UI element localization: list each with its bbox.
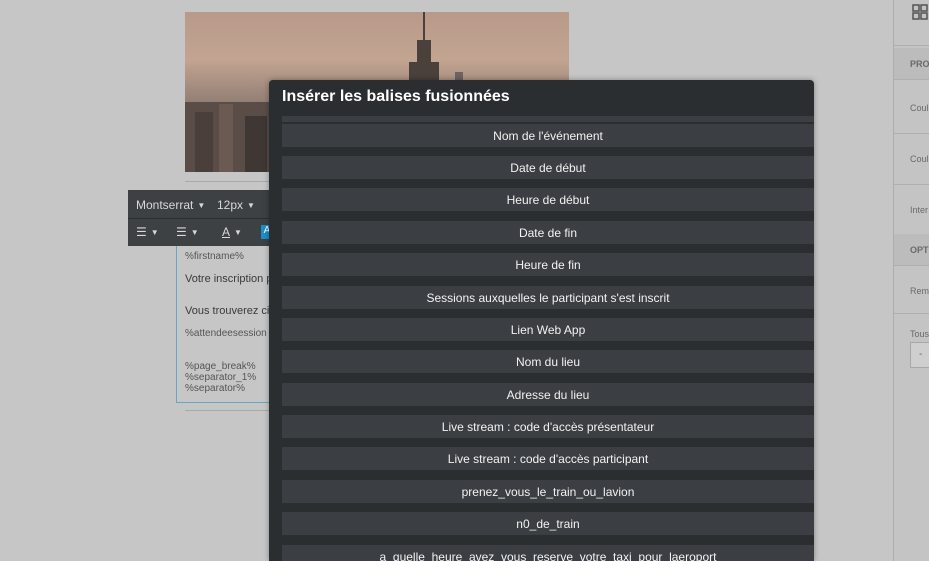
unordered-list-icon: ☰ [176, 225, 187, 239]
merge-tag-button[interactable]: Live stream : code d'accès présentateur [282, 415, 814, 438]
merge-tag-button[interactable]: prenez_vous_le_train_ou_lavion [282, 480, 814, 503]
merge-tag-button[interactable]: Nom du lieu [282, 350, 814, 373]
properties-panel: PRO Coul Coul Inter OPT Rem Tous - [893, 0, 929, 561]
divider [894, 45, 929, 46]
chevron-down-icon: ▼ [190, 227, 199, 237]
font-family-value: Montserrat [136, 198, 194, 212]
label-interlignage: Inter [910, 205, 929, 215]
label-rem: Rem [910, 286, 929, 296]
list-scroll-edge [282, 116, 814, 122]
label-tous: Tous [910, 329, 929, 339]
merge-tag-button[interactable]: Adresse du lieu [282, 383, 814, 406]
divider [894, 313, 929, 314]
unordered-list-button[interactable]: ☰ ▼ [176, 225, 199, 239]
grid-icon[interactable] [912, 4, 928, 20]
font-size-select[interactable]: 12px ▼ [217, 198, 255, 212]
merge-tag-button[interactable]: Nom de l'événement [282, 124, 814, 147]
merge-separator: %separator% [185, 383, 246, 394]
merge-attendeesession: %attendeesession [185, 328, 267, 339]
font-family-select[interactable]: Montserrat ▼ [136, 198, 205, 212]
label-color-2: Coul [910, 154, 929, 164]
merge-page-break: %page_break% [185, 361, 256, 372]
merge-separator-1: %separator_1% [185, 372, 257, 383]
merge-tag-button[interactable]: a_quelle_heure_avez_vous_reserve_votre_t… [282, 545, 814, 561]
merge-tag-button[interactable]: Live stream : code d'accès participant [282, 447, 814, 470]
text-color-button[interactable]: A ▼ [222, 225, 242, 239]
divider [894, 184, 929, 185]
merge-tag-button[interactable]: n0_de_train [282, 512, 814, 535]
chevron-down-icon: ▼ [234, 227, 242, 237]
label-color-1: Coul [910, 103, 929, 113]
section-header-properties: PRO [894, 48, 929, 80]
text-trouverez: Vous trouverez ci- [185, 305, 274, 317]
divider [894, 133, 929, 134]
modal-title: Insérer les balises fusionnées [282, 88, 510, 105]
text-color-icon: A [222, 225, 231, 239]
merge-tag-button[interactable]: Lien Web App [282, 318, 814, 341]
text-inscription: Votre inscription p [185, 273, 273, 285]
merge-tag-button[interactable]: Heure de début [282, 188, 814, 211]
section-header-options: OPT [894, 234, 929, 266]
merge-tag-button[interactable]: Date de fin [282, 221, 814, 244]
font-size-value: 12px [217, 198, 244, 212]
chevron-down-icon: ▼ [247, 200, 255, 210]
options-select[interactable]: - [910, 342, 929, 368]
text-format-toolbar: Montserrat ▼ 12px ▼ ☰ ▼ ☰ ▼ A ▼ A [128, 190, 278, 246]
merge-tag-button[interactable]: Heure de fin [282, 253, 814, 276]
merge-firstname: %firstname% [185, 251, 244, 262]
chevron-down-icon: ▼ [197, 200, 206, 210]
ordered-list-button[interactable]: ☰ ▼ [136, 225, 159, 239]
merge-tag-button[interactable]: Date de début [282, 156, 814, 179]
merge-tag-button[interactable]: Sessions auxquelles le participant s'est… [282, 286, 814, 309]
chevron-down-icon: ▼ [150, 227, 159, 237]
ordered-list-icon: ☰ [136, 225, 147, 239]
merge-tags-modal: Insérer les balises fusionnées Nom de l'… [269, 80, 814, 561]
